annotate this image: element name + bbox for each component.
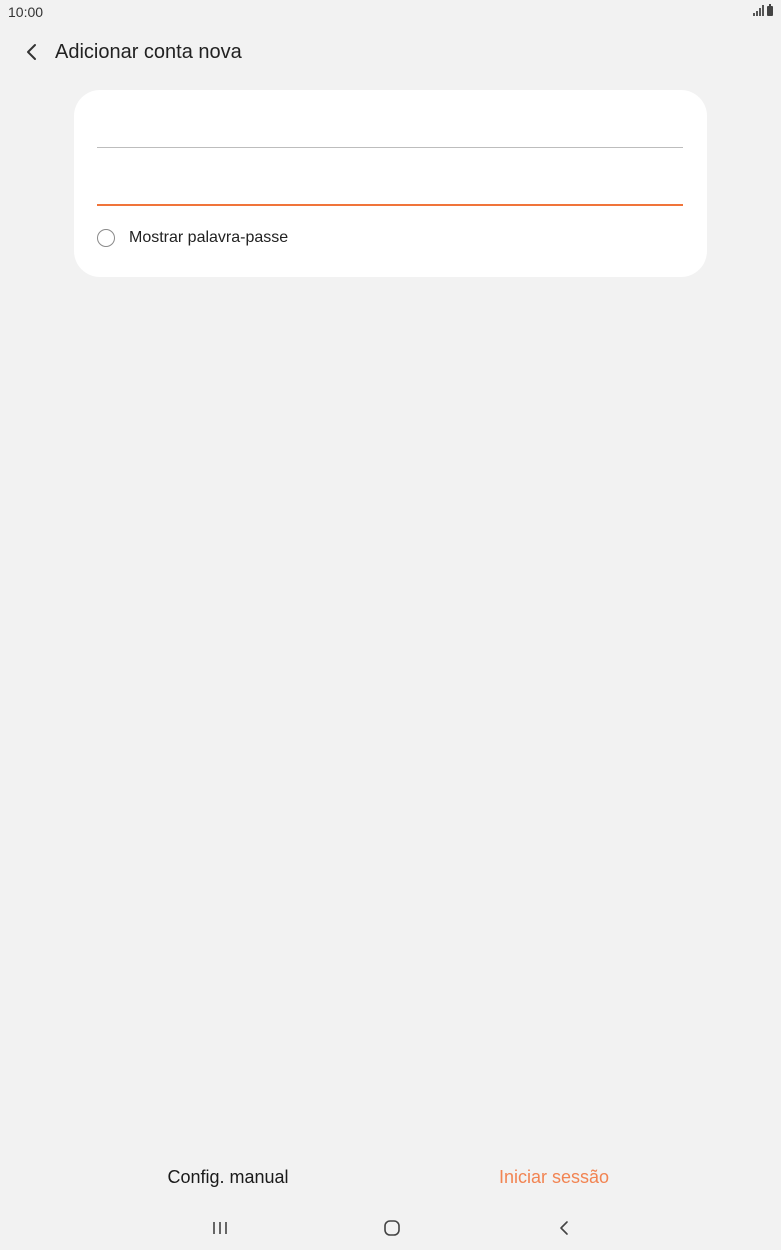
page-title: Adicionar conta nova [55,40,242,63]
email-field-container [97,107,683,147]
email-field-underline [97,147,683,148]
status-icons [753,4,773,16]
manual-setup-button[interactable]: Config. manual [128,1160,328,1194]
password-field-container [97,164,683,204]
recents-icon [213,1222,227,1234]
bottom-actions: Config. manual Iniciar sessão [0,1160,781,1194]
password-field-underline [97,204,683,206]
show-password-label: Mostrar palavra-passe [129,229,289,246]
password-field[interactable] [97,164,683,204]
status-bar: 10:00 [0,0,781,24]
chevron-left-icon [27,44,36,60]
status-time: 10:00 [8,4,44,20]
show-password-toggle[interactable]: Mostrar palavra-passe [97,229,288,247]
app-bar: Adicionar conta nova [0,30,781,74]
battery-icon [767,4,773,16]
back-icon [560,1221,568,1235]
back-button[interactable] [20,40,44,64]
sign-in-button[interactable]: Iniciar sessão [454,1160,654,1194]
email-field[interactable] [97,107,683,147]
show-password-checkbox[interactable] [97,229,115,247]
home-button[interactable] [372,1214,412,1242]
recents-button[interactable] [200,1214,240,1242]
signal-icon [753,5,764,16]
nav-back-button[interactable] [544,1214,584,1242]
navigation-bar [0,1206,781,1250]
home-icon [384,1220,400,1236]
login-card: Mostrar palavra-passe [74,90,707,277]
